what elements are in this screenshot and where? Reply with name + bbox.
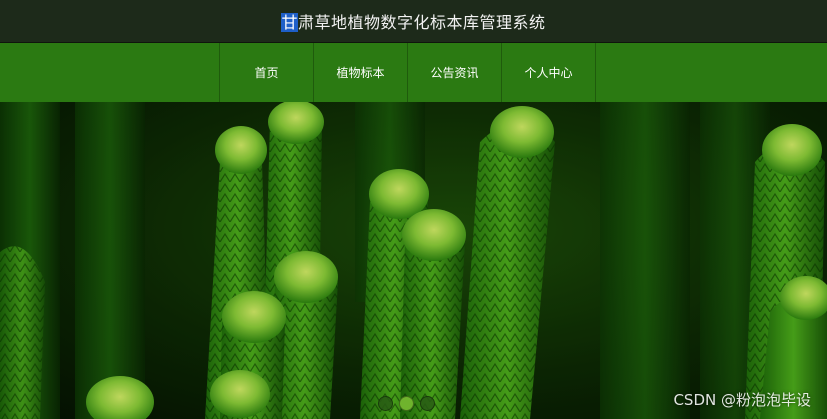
- carousel-dot[interactable]: [420, 396, 435, 411]
- selected-text: 甘: [281, 13, 298, 32]
- nav-item-personal-center[interactable]: 个人中心: [501, 43, 596, 102]
- page: 甘肃草地植物数字化标本库管理系统 首页 植物标本 公告资讯 个人中心 CSDN …: [0, 0, 827, 419]
- nav-item-home[interactable]: 首页: [219, 43, 313, 102]
- watermark: CSDN @粉泡泡毕设: [673, 391, 811, 409]
- hero-carousel[interactable]: [0, 102, 827, 419]
- carousel-dot[interactable]: [378, 396, 393, 411]
- nav-menu: 首页 植物标本 公告资讯 个人中心: [219, 43, 596, 102]
- page-title: 甘肃草地植物数字化标本库管理系统: [281, 9, 545, 33]
- hero-plant-image: [0, 102, 827, 419]
- page-title-text: 肃草地植物数字化标本库管理系统: [298, 13, 546, 32]
- carousel-indicators: [378, 396, 435, 411]
- nav-item-plant-specimens[interactable]: 植物标本: [313, 43, 407, 102]
- carousel-dot-active[interactable]: [399, 396, 414, 411]
- main-nav: 首页 植物标本 公告资讯 个人中心: [0, 43, 827, 102]
- nav-item-announcements[interactable]: 公告资讯: [407, 43, 501, 102]
- title-bar: 甘肃草地植物数字化标本库管理系统: [0, 0, 827, 43]
